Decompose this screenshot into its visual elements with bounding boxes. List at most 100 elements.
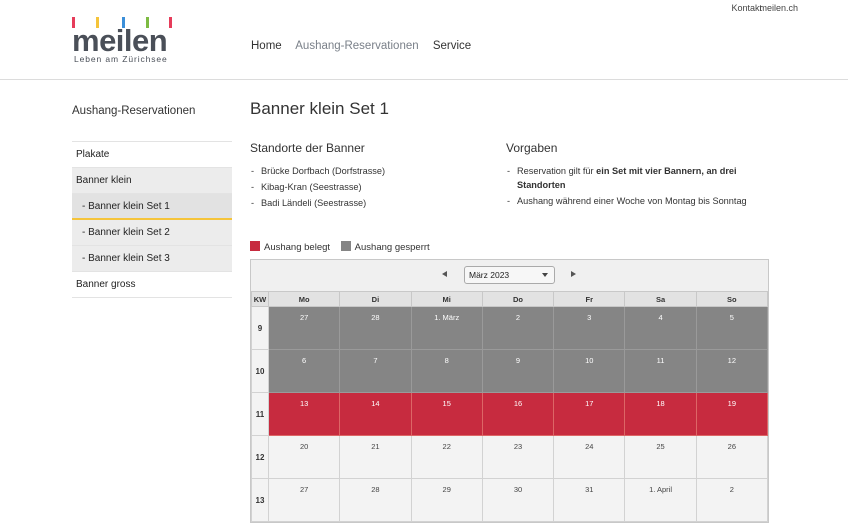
legend-belegt: Aushang belegt (250, 241, 331, 253)
calendar-grid: KW Mo Di Mi Do Fr Sa So 9 27 28 1. März 2 3 4 5 10 6 7 8 9… (251, 291, 769, 522)
calendar-day-cell: 8 (410, 349, 483, 393)
nav-aushang-reservationen[interactable]: Aushang-Reservationen (295, 40, 418, 52)
calendar-week-row: 13 27 28 29 30 31 1. April 2 (251, 478, 769, 522)
sidebar-title: Aushang-Reservationen (72, 100, 232, 142)
rules-section: Vorgaben Reservation gilt für ein Set mi… (506, 141, 766, 210)
calendar-day-cell[interactable]: 21 (339, 435, 412, 479)
calendar-week-row: 11 13 14 15 16 17 18 19 (251, 392, 769, 436)
calendar-day-cell: 10 (553, 349, 626, 393)
week-number: 13 (251, 478, 269, 522)
calendar-day-cell[interactable]: 25 (624, 435, 697, 479)
calendar-header: März 2023 (251, 260, 768, 291)
calendar-day-cell[interactable]: 24 (553, 435, 626, 479)
calendar-day-cell: 1. März (410, 306, 483, 350)
sidebar-item-banner-klein-set-2[interactable]: - Banner klein Set 2 (72, 220, 232, 246)
calendar-day-cell: 27 (267, 306, 341, 350)
calendar-day-cell[interactable]: 31 (553, 478, 626, 522)
week-number: 10 (251, 349, 269, 393)
calendar-day-cell: 4 (624, 306, 697, 350)
logo-bar (169, 17, 172, 28)
prev-month-arrow-icon[interactable] (442, 271, 447, 277)
calendar-week-row: 9 27 28 1. März 2 3 4 5 (251, 306, 769, 350)
day-header: Sa (624, 291, 697, 307)
sidebar-item-banner-klein-set-1[interactable]: - Banner klein Set 1 (72, 194, 232, 220)
next-month-arrow-icon[interactable] (571, 271, 576, 277)
calendar-day-cell: 17 (553, 392, 626, 436)
nav-home[interactable]: Home (251, 40, 282, 52)
rule-text: Reservation gilt für (517, 166, 597, 176)
calendar-day-cell[interactable]: 29 (410, 478, 483, 522)
calendar-day-cell[interactable]: 2 (695, 478, 769, 522)
calendar-day-cell: 12 (695, 349, 769, 393)
calendar-day-cell: 15 (410, 392, 483, 436)
sidebar-item-plakate[interactable]: Plakate (72, 142, 232, 168)
day-header-row: KW Mo Di Mi Do Fr Sa So (251, 291, 769, 307)
sidebar-item-banner-klein-set-3[interactable]: - Banner klein Set 3 (72, 246, 232, 272)
locations-heading: Standorte der Banner (250, 141, 365, 155)
location-item: Brücke Dorfbach (Dorfstrasse) (250, 164, 510, 178)
legend-gesperrt-swatch (340, 241, 351, 251)
calendar-day-cell: 14 (339, 392, 412, 436)
location-item: Badi Ländeli (Seestrasse) (250, 196, 510, 210)
calendar-day-cell: 13 (267, 392, 341, 436)
day-header: Fr (553, 291, 626, 307)
calendar-day-cell[interactable]: 20 (267, 435, 341, 479)
week-number: 12 (251, 435, 269, 479)
rule-item: Aushang während einer Woche von Montag b… (506, 194, 766, 208)
week-number: 9 (251, 306, 269, 350)
legend-gesperrt-label: Aushang gesperrt (354, 242, 430, 253)
week-number: 11 (251, 392, 269, 436)
legend: Aushang belegt Aushang gesperrt (250, 241, 438, 253)
calendar-day-cell[interactable]: 28 (339, 478, 412, 522)
day-header: So (695, 291, 769, 307)
locations-section: Standorte der Banner Brücke Dorfbach (Do… (250, 141, 510, 212)
kw-header: KW (251, 291, 269, 307)
day-header: Mi (410, 291, 483, 307)
kontakt-link[interactable]: Kontakt (731, 3, 762, 13)
main-content: Banner klein Set 1 Standorte der Banner … (250, 99, 770, 210)
location-item: Kibag-Kran (Seestrasse) (250, 180, 510, 194)
day-header: Do (481, 291, 555, 307)
calendar-day-cell[interactable]: 30 (481, 478, 555, 522)
reservation-calendar: März 2023 KW Mo Di Mi Do Fr Sa So 9 27 28 1. März… (250, 259, 769, 523)
legend-belegt-swatch (250, 241, 260, 251)
nav-service[interactable]: Service (433, 40, 471, 52)
calendar-week-row: 12 20 21 22 23 24 25 26 (251, 435, 769, 479)
meilen-logo[interactable]: meilen Leben am Zürichsee (72, 17, 176, 65)
rules-heading: Vorgaben (506, 141, 558, 155)
calendar-week-row: 10 6 7 8 9 10 11 12 (251, 349, 769, 393)
calendar-day-cell: 7 (339, 349, 412, 393)
calendar-day-cell: 3 (553, 306, 626, 350)
calendar-day-cell[interactable]: 27 (267, 478, 341, 522)
day-header: Mo (267, 291, 341, 307)
calendar-day-cell: 18 (624, 392, 697, 436)
calendar-day-cell: 28 (339, 306, 412, 350)
calendar-day-cell: 5 (695, 306, 769, 350)
calendar-day-cell: 11 (624, 349, 697, 393)
day-header: Di (339, 291, 412, 307)
top-links: Kontakt meilen.ch (715, 3, 798, 13)
page-title: Banner klein Set 1 (250, 99, 389, 118)
legend-gesperrt: Aushang gesperrt (340, 241, 430, 253)
logo-wordmark: meilen (72, 23, 168, 58)
logo-tagline: Leben am Zürichsee (74, 54, 168, 64)
calendar-day-cell: 16 (481, 392, 555, 436)
calendar-day-cell: 6 (267, 349, 341, 393)
calendar-day-cell: 9 (481, 349, 555, 393)
calendar-day-cell[interactable]: 22 (410, 435, 483, 479)
calendar-day-cell[interactable]: 26 (695, 435, 769, 479)
month-select[interactable]: März 2023 (464, 266, 555, 284)
sidebar-item-banner-klein[interactable]: Banner klein (72, 168, 232, 194)
meilen-ch-link[interactable]: meilen.ch (759, 3, 798, 13)
rule-item: Reservation gilt für ein Set mit vier Ba… (506, 164, 766, 192)
calendar-day-cell: 2 (481, 306, 555, 350)
legend-belegt-label: Aushang belegt (264, 242, 331, 253)
header-divider (0, 79, 848, 80)
calendar-day-cell: 19 (695, 392, 769, 436)
calendar-day-cell[interactable]: 23 (481, 435, 555, 479)
chevron-down-icon (542, 273, 548, 277)
main-nav: Home Aushang-Reservationen Service (251, 40, 482, 52)
calendar-day-cell[interactable]: 1. April (624, 478, 697, 522)
sidebar: Aushang-Reservationen Plakate Banner kle… (72, 100, 232, 298)
sidebar-item-banner-gross[interactable]: Banner gross (72, 272, 232, 298)
